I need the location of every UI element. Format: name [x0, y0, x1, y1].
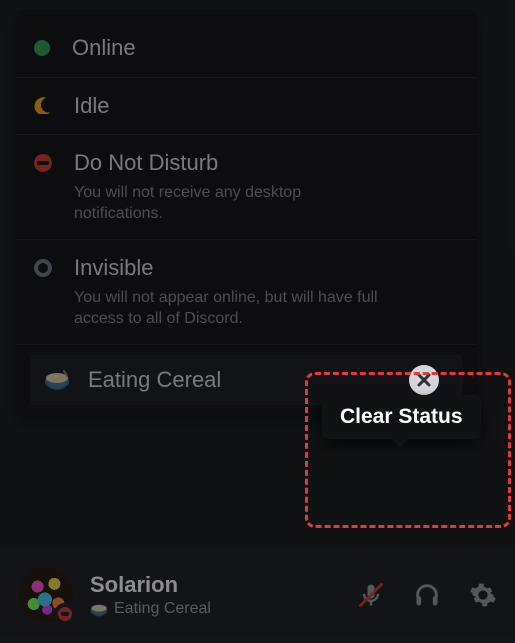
user-status-text: Eating Cereal — [114, 600, 211, 618]
status-label: Idle — [74, 92, 459, 121]
invisible-icon — [34, 259, 52, 277]
status-label: Do Not Disturb — [74, 149, 459, 178]
close-icon — [416, 372, 432, 388]
status-option-online[interactable]: Online — [16, 20, 477, 78]
tooltip-text: Clear Status — [340, 405, 463, 428]
user-name: Solarion — [90, 572, 341, 598]
clear-status-tooltip: Clear Status — [322, 395, 481, 439]
avatar-status-dnd-icon — [54, 603, 76, 625]
custom-status-label: Eating Cereal — [88, 367, 449, 393]
status-option-dnd[interactable]: Do Not Disturb You will not receive any … — [16, 135, 477, 240]
status-label: Online — [72, 34, 459, 63]
mic-muted-icon[interactable] — [357, 581, 385, 609]
clear-status-button[interactable] — [409, 365, 439, 395]
avatar-wrap[interactable] — [18, 567, 74, 623]
bowl-cereal-icon — [90, 602, 108, 616]
status-option-idle[interactable]: Idle — [16, 78, 477, 136]
user-bar: Solarion Eating Cereal — [0, 547, 515, 643]
status-menu: Online Idle Do Not Disturb You will not … — [16, 10, 477, 415]
bowl-cereal-icon — [44, 369, 70, 391]
status-desc: You will not appear online, but will hav… — [74, 287, 394, 330]
headphones-icon[interactable] — [413, 581, 441, 609]
user-status: Eating Cereal — [90, 600, 341, 618]
online-icon — [34, 40, 50, 56]
status-option-invisible[interactable]: Invisible You will not appear online, bu… — [16, 240, 477, 344]
status-label: Invisible — [74, 254, 459, 283]
dnd-icon — [34, 154, 52, 172]
user-info: Solarion Eating Cereal — [90, 572, 341, 618]
gear-icon[interactable] — [469, 581, 497, 609]
bar-icons — [357, 581, 497, 609]
idle-icon — [34, 96, 52, 114]
status-desc: You will not receive any desktop notific… — [74, 182, 394, 225]
